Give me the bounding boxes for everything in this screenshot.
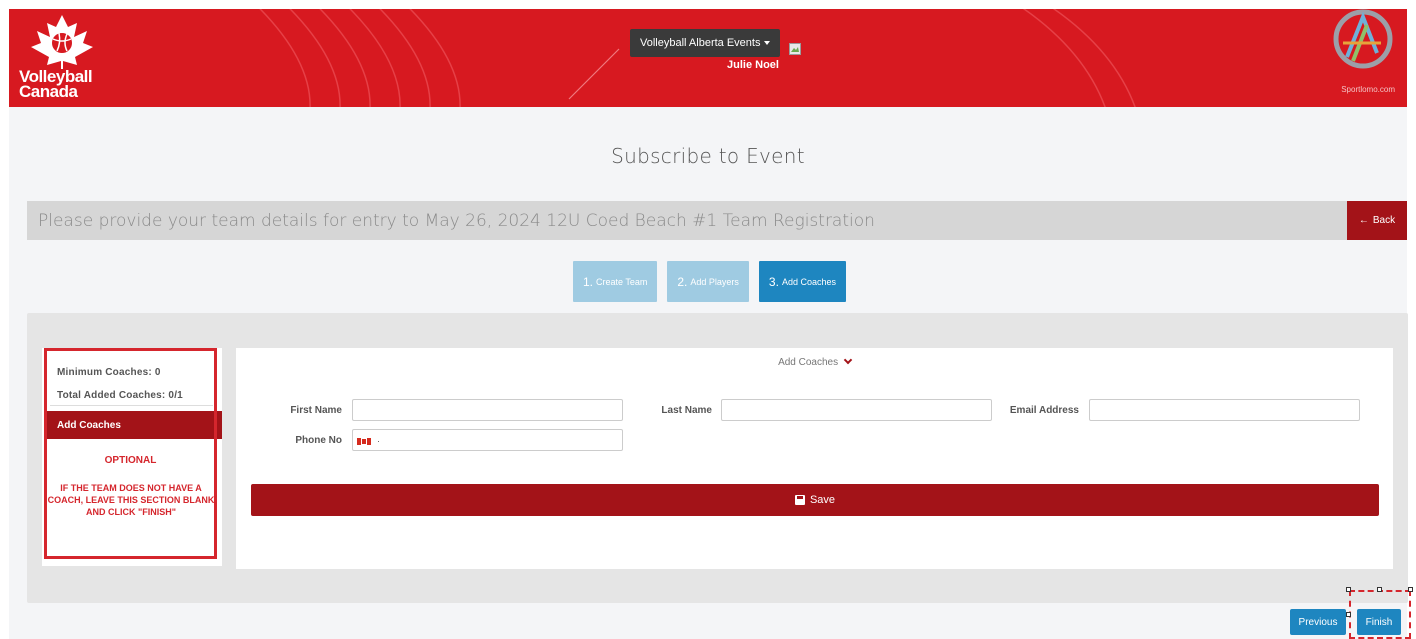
- back-button-label: Back: [1372, 215, 1396, 226]
- step-number: 3.: [768, 274, 779, 289]
- annotation-handle: [1408, 587, 1413, 592]
- user-name[interactable]: Julie Noel: [727, 59, 779, 71]
- email-field[interactable]: [1089, 399, 1360, 421]
- logo-text-line2: Canada: [19, 82, 78, 101]
- logo-text: Volleyball Canada: [19, 68, 93, 101]
- details-text: Please provide your team details for ent…: [38, 211, 875, 231]
- events-dropdown-label: Volleyball Alberta Events: [640, 37, 761, 49]
- wizard-steps: 1. Create Team 2. Add Players 3. Add Coa…: [573, 261, 846, 302]
- phone-no-label: Phone No: [295, 435, 342, 446]
- annotation-handle: [1346, 612, 1351, 617]
- back-button[interactable]: ← Back: [1347, 201, 1407, 240]
- step-label: Add Coaches: [781, 276, 836, 287]
- annotation-highlight-box: [44, 348, 217, 559]
- chevron-down-icon: [843, 355, 853, 365]
- previous-button[interactable]: Previous: [1290, 609, 1346, 635]
- step-number: 1.: [583, 274, 594, 289]
- phone-field[interactable]: [352, 429, 623, 451]
- email-address-label: Email Address: [1009, 405, 1079, 416]
- save-button[interactable]: Save: [251, 484, 1379, 516]
- first-name-field[interactable]: [352, 399, 623, 421]
- annotation-handle: [1377, 587, 1382, 592]
- volleyball-canada-logo[interactable]: Volleyball Canada: [19, 13, 129, 105]
- site-header: Volleyball Canada Volleyball Alberta Eve…: [9, 9, 1407, 107]
- step-add-coaches[interactable]: 3. Add Coaches: [758, 261, 846, 302]
- annotation-handle: [1346, 587, 1351, 592]
- maple-leaf-volleyball-icon: [31, 15, 93, 69]
- step-label: Create Team: [596, 276, 648, 287]
- page-title: Subscribe to Event: [611, 144, 805, 168]
- last-name-label: Last Name: [661, 405, 712, 416]
- save-button-label: Save: [809, 494, 836, 506]
- step-label: Add Players: [690, 276, 739, 287]
- last-name-field[interactable]: [721, 399, 992, 421]
- canada-flag-icon[interactable]: [357, 438, 371, 445]
- step-add-players[interactable]: 2. Add Players: [667, 261, 749, 302]
- step-number: 2.: [677, 274, 688, 289]
- step-create-team[interactable]: 1. Create Team: [573, 261, 658, 302]
- add-coach-form: [236, 348, 1393, 569]
- first-name-label: First Name: [290, 405, 342, 416]
- header-background-arcs: [259, 9, 1136, 107]
- form-heading[interactable]: Add Coaches: [236, 355, 1393, 368]
- country-dropdown-arrow[interactable]: ·: [377, 436, 380, 446]
- broken-image-icon: [789, 43, 801, 55]
- arrow-left-icon: ←: [1358, 215, 1369, 226]
- platform-name: Sportlomo.com: [1341, 85, 1395, 94]
- form-heading-label: Add Coaches: [778, 357, 839, 368]
- caret-down-icon: [764, 41, 771, 45]
- floppy-disk-icon: [794, 495, 805, 505]
- events-dropdown[interactable]: Volleyball Alberta Events: [630, 29, 781, 57]
- finish-annotation-box: [1349, 590, 1411, 639]
